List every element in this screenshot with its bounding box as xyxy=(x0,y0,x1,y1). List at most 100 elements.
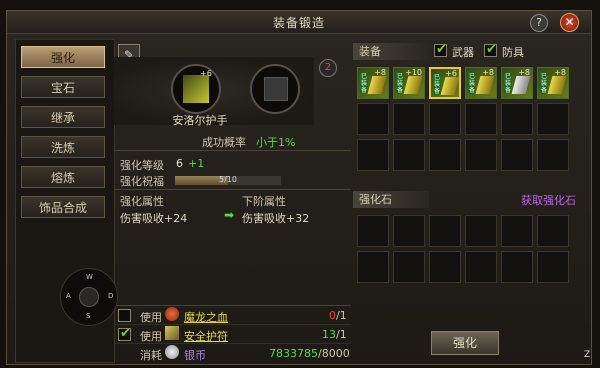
attr-current: 伤害吸收+24 xyxy=(120,212,188,225)
gauntlet-icon xyxy=(183,75,209,103)
empty-slot[interactable] xyxy=(537,215,569,247)
title-bar: 装备锻造 ? ✕ xyxy=(7,11,591,34)
joystick-knob[interactable] xyxy=(79,287,99,307)
material-need: /1 xyxy=(336,328,347,341)
empty-slot[interactable] xyxy=(537,251,569,283)
equipped-tag: 已装备 xyxy=(468,73,476,94)
window-title: 装备锻造 xyxy=(272,16,325,30)
empty-slot[interactable] xyxy=(357,139,389,171)
empty-slot[interactable] xyxy=(501,215,533,247)
empty-slot[interactable] xyxy=(429,103,461,135)
item-icon xyxy=(547,76,567,94)
empty-slot[interactable] xyxy=(393,251,425,283)
equipped-tag: 已装备 xyxy=(360,73,368,94)
equipped-tag: 已装备 xyxy=(504,73,512,94)
get-stones-link[interactable]: 获取强化石 xyxy=(521,192,576,208)
item-name: 安洛尔护手 xyxy=(172,114,228,127)
material-name[interactable]: 安全护符 xyxy=(184,328,228,344)
checkmark-icon: ✔ xyxy=(486,42,497,57)
empty-slot[interactable] xyxy=(465,251,497,283)
success-value: 小于1% xyxy=(256,136,296,149)
inventory-panel: 装备 ✔ 武器 ✔ 防具 已装备 +8 已装备 +10 已装备 +6 已装备 +8 已装… xyxy=(353,39,589,361)
weapon-filter-checkbox[interactable]: ✔ xyxy=(434,42,447,57)
level-value: 6 xyxy=(176,157,183,170)
enhance-panel: ✎ +6 安洛尔护手 2 成功概率 小于1% 强化等级 6 +1 强化祝福 5/… xyxy=(114,39,351,362)
level-label: 强化等级 xyxy=(120,159,164,172)
dragon-blood-icon xyxy=(165,307,179,321)
equipped-tag: 已装备 xyxy=(396,73,404,94)
item-plus: +10 xyxy=(405,68,422,77)
result-placeholder-icon xyxy=(264,77,288,101)
material-have: 13 xyxy=(322,328,336,341)
item-icon xyxy=(511,76,531,94)
level-plus: +1 xyxy=(188,157,205,170)
tab-inherit[interactable]: 继承 xyxy=(21,106,105,128)
empty-slot[interactable] xyxy=(429,251,461,283)
empty-slot[interactable] xyxy=(393,215,425,247)
item-plus: +8 xyxy=(518,68,530,77)
item-level: +6 xyxy=(200,69,212,78)
empty-slot[interactable] xyxy=(465,103,497,135)
item-plus: +8 xyxy=(554,68,566,77)
item-icon xyxy=(475,76,495,94)
equip-slot[interactable]: 已装备 +8 xyxy=(465,67,497,99)
bless-bar: 5/10 xyxy=(174,175,282,186)
empty-slot[interactable] xyxy=(537,103,569,135)
material-name[interactable]: 魔龙之血 xyxy=(184,309,228,325)
equip-slot[interactable]: 已装备 +8 xyxy=(357,67,389,99)
empty-slot[interactable] xyxy=(357,215,389,247)
tab-gem[interactable]: 宝石 xyxy=(21,76,105,98)
empty-slot[interactable] xyxy=(501,251,533,283)
next-attr-label: 下阶属性 xyxy=(242,195,286,208)
compass-west: A xyxy=(66,292,71,300)
movement-joystick[interactable]: W A D S xyxy=(60,268,118,326)
material-need: /1 xyxy=(336,309,347,322)
item-plus: +6 xyxy=(445,69,457,78)
equip-slot-selected[interactable]: 已装备 +6 xyxy=(429,67,461,99)
empty-slot[interactable] xyxy=(357,251,389,283)
empty-slot[interactable] xyxy=(393,103,425,135)
attr-next: 伤害吸收+32 xyxy=(242,212,310,225)
material-checkbox[interactable] xyxy=(118,309,131,322)
empty-slot[interactable] xyxy=(357,103,389,135)
compass-east: D xyxy=(108,292,114,300)
result-slot[interactable] xyxy=(250,64,300,114)
material-row: 使用 魔龙之血 0 /1 xyxy=(114,306,351,325)
empty-slot[interactable] xyxy=(465,215,497,247)
empty-slot[interactable] xyxy=(429,139,461,171)
equip-slot[interactable]: 已装备 +8 xyxy=(537,67,569,99)
equipped-tag: 已装备 xyxy=(433,74,441,95)
tab-smelt[interactable]: 熔炼 xyxy=(21,166,105,188)
tab-accessory-craft[interactable]: 饰品合成 xyxy=(21,196,105,218)
item-icon xyxy=(440,77,460,95)
armor-filter-checkbox[interactable]: ✔ xyxy=(484,42,497,57)
equip-slot[interactable]: 已装备 +8 xyxy=(501,67,533,99)
currency-need: /8000 xyxy=(318,347,350,360)
bless-label: 强化祝福 xyxy=(120,175,164,188)
empty-slot[interactable] xyxy=(429,215,461,247)
corner-indicator: Z xyxy=(584,350,591,360)
material-row: ✔ 使用 安全护符 13 /1 xyxy=(114,325,351,344)
cost-row: 消耗 银币 7833785 /8000 xyxy=(114,344,351,362)
use-label: 使用 xyxy=(140,311,162,324)
material-checkbox[interactable]: ✔ xyxy=(118,326,131,341)
empty-slot[interactable] xyxy=(465,139,497,171)
enhance-button[interactable]: 强化 xyxy=(431,331,499,355)
checkmark-icon: ✔ xyxy=(436,42,447,57)
divider xyxy=(114,189,351,190)
empty-slot[interactable] xyxy=(537,139,569,171)
tab-enhance[interactable]: 强化 xyxy=(21,46,105,68)
close-icon[interactable]: ✕ xyxy=(560,13,579,32)
equip-slot[interactable]: 已装备 +10 xyxy=(393,67,425,99)
item-slot[interactable]: +6 xyxy=(171,64,221,114)
currency-have: 7833785 xyxy=(269,347,318,360)
empty-slot[interactable] xyxy=(501,103,533,135)
item-icon xyxy=(367,76,387,94)
count-badge: 2 xyxy=(319,59,337,77)
item-icon xyxy=(403,76,423,94)
empty-slot[interactable] xyxy=(501,139,533,171)
help-icon[interactable]: ? xyxy=(530,14,548,32)
item-plus: +8 xyxy=(374,68,386,77)
tab-refine[interactable]: 洗炼 xyxy=(21,136,105,158)
empty-slot[interactable] xyxy=(393,139,425,171)
